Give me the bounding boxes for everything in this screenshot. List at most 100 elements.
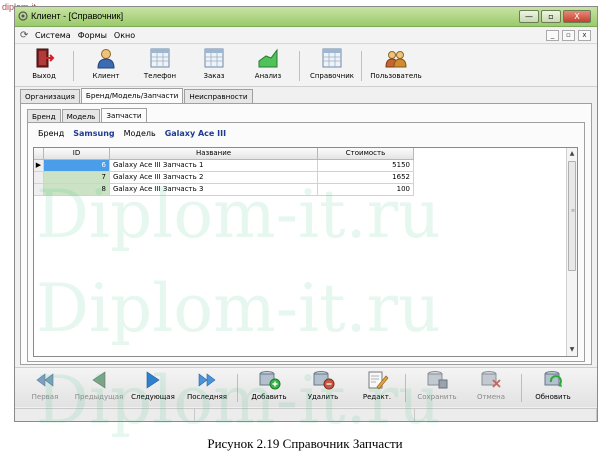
cancel-db-icon [481, 371, 501, 388]
grid-header: ID Название Стоимость [34, 148, 414, 160]
system-menu-icon[interactable]: ⟳ [20, 30, 28, 41]
toolbar-separator [73, 51, 74, 81]
cancel-edit-label: Отмена [476, 393, 506, 401]
main-toolbar: Выход Клиент Телефон Заказ Анализ Справо… [15, 45, 597, 87]
parts-grid[interactable]: ID Название Стоимость ▶ 6 Galaxy Ace III… [33, 147, 578, 357]
refresh-icon [544, 371, 562, 387]
menu-system[interactable]: Система [35, 31, 71, 40]
cell-name[interactable]: Galaxy Ace III Запчасть 3 [110, 184, 318, 196]
status-cell [15, 409, 195, 421]
record-navigator: Первая Предыдущая Следующая Последняя До… [15, 367, 597, 407]
add-record-button[interactable]: Добавить [241, 370, 297, 406]
cell-id[interactable]: 7 [44, 172, 110, 184]
scroll-up-icon[interactable]: ▲ [567, 149, 577, 159]
last-record-button[interactable]: Последняя [179, 370, 235, 406]
close-button[interactable]: X [563, 10, 591, 23]
cell-id[interactable]: 8 [44, 184, 110, 196]
first-record-button[interactable]: Первая [17, 370, 73, 406]
navigator-separator [237, 374, 238, 402]
previous-record-button[interactable]: Предыдущая [71, 370, 127, 406]
refresh-button[interactable]: Обновить [525, 370, 581, 406]
mdi-close-button[interactable]: x [578, 30, 591, 41]
save-db-icon [427, 371, 448, 389]
toolbar-client-label: Клиент [92, 72, 120, 80]
brand-value: Samsung [73, 129, 115, 138]
cell-id[interactable]: 6 [44, 160, 110, 172]
delete-record-button[interactable]: Удалить [295, 370, 351, 406]
menu-forms[interactable]: Формы [78, 31, 107, 40]
tab-brand[interactable]: Бренд [27, 109, 61, 123]
toolbar-client-button[interactable]: Клиент [79, 47, 133, 85]
tab-model[interactable]: Модель [61, 109, 101, 123]
menu-window[interactable]: Окно [114, 31, 135, 40]
toolbar-order-button[interactable]: Заказ [187, 47, 241, 85]
first-record-label: Первая [31, 393, 59, 401]
client-person-icon [97, 49, 115, 69]
previous-record-label: Предыдущая [74, 393, 124, 401]
order-table-icon [204, 48, 224, 68]
toolbar-phone-button[interactable]: Телефон [133, 47, 187, 85]
toolbar-analysis-label: Анализ [254, 72, 282, 80]
tab-brand-model-parts[interactable]: Бренд/Модель/Запчасти [80, 88, 184, 103]
toolbar-directory-button[interactable]: Справочник [305, 47, 359, 85]
column-header-name[interactable]: Название [110, 148, 318, 160]
status-cell [195, 409, 415, 421]
tab-faults[interactable]: Неисправности [184, 89, 253, 103]
exit-door-icon [36, 48, 55, 68]
phone-table-icon [150, 48, 170, 68]
grid-corner [34, 148, 44, 160]
status-bar [15, 408, 597, 421]
toolbar-directory-label: Справочник [309, 72, 355, 80]
table-row[interactable]: 8 Galaxy Ace III Запчасть 3 100 [34, 184, 414, 196]
minimize-button[interactable]: — [519, 10, 539, 23]
figure-caption: Рисунок 2.19 Справочник Запчасти [207, 436, 403, 451]
app-icon [18, 11, 28, 21]
mdi-restore-button[interactable]: ▫ [562, 30, 575, 41]
cell-name[interactable]: Galaxy Ace III Запчасть 1 [110, 160, 318, 172]
grid-vertical-scrollbar[interactable]: ▲ ≡ ▼ [566, 148, 577, 356]
title-bar[interactable]: Клиент - [Справочник] — ▫ X [15, 7, 597, 27]
tab-organization[interactable]: Организация [20, 89, 80, 103]
cancel-edit-button[interactable]: Отмена [463, 370, 519, 406]
first-record-icon [36, 373, 54, 387]
toolbar-user-label: Пользователь [370, 72, 422, 80]
toolbar-exit-label: Выход [32, 72, 56, 80]
next-record-icon [146, 371, 160, 389]
next-record-button[interactable]: Следующая [125, 370, 181, 406]
outer-tab-panel: Бренд Модель Запчасти Бренд Samsung Моде… [20, 103, 592, 365]
column-header-cost[interactable]: Стоимость [318, 148, 414, 160]
column-header-id[interactable]: ID [44, 148, 110, 160]
window-title: Клиент - [Справочник] [31, 11, 124, 21]
last-record-label: Последняя [186, 393, 227, 401]
model-value: Galaxy Ace III [164, 129, 227, 138]
scroll-down-icon[interactable]: ▼ [567, 345, 577, 355]
refresh-label: Обновить [535, 393, 571, 401]
tab-parts[interactable]: Запчасти [101, 108, 147, 123]
toolbar-user-button[interactable]: Пользователь [365, 47, 427, 85]
current-row-indicator-icon: ▶ [34, 160, 44, 172]
scrollbar-thumb[interactable]: ≡ [568, 161, 576, 271]
toolbar-analysis-button[interactable]: Анализ [241, 47, 295, 85]
previous-record-icon [92, 371, 106, 389]
save-record-button[interactable]: Сохранить [409, 370, 465, 406]
status-cell [415, 409, 597, 421]
edit-record-button[interactable]: Редакт. [349, 370, 405, 406]
cell-cost[interactable]: 1652 [318, 172, 414, 184]
mdi-minimize-button[interactable]: _ [546, 30, 559, 41]
table-row[interactable]: 7 Galaxy Ace III Запчасть 2 1652 [34, 172, 414, 184]
maximize-button[interactable]: ▫ [541, 10, 561, 23]
table-row[interactable]: ▶ 6 Galaxy Ace III Запчасть 1 5150 [34, 160, 414, 172]
users-icon [385, 51, 407, 68]
delete-record-label: Удалить [307, 393, 339, 401]
row-indicator [34, 184, 44, 196]
toolbar-exit-button[interactable]: Выход [17, 47, 71, 85]
parts-panel: Бренд Samsung Модель Galaxy Ace III ID Н… [27, 122, 585, 362]
cell-cost[interactable]: 5150 [318, 160, 414, 172]
cell-cost[interactable]: 100 [318, 184, 414, 196]
brand-label: Бренд [38, 129, 65, 138]
directory-table-icon [322, 48, 342, 68]
cell-name[interactable]: Galaxy Ace III Запчасть 2 [110, 172, 318, 184]
inner-tab-strip: Бренд Модель Запчасти [27, 108, 148, 123]
toolbar-phone-label: Телефон [143, 72, 177, 80]
app-window: Клиент - [Справочник] — ▫ X ⟳ Система Фо… [14, 6, 598, 422]
